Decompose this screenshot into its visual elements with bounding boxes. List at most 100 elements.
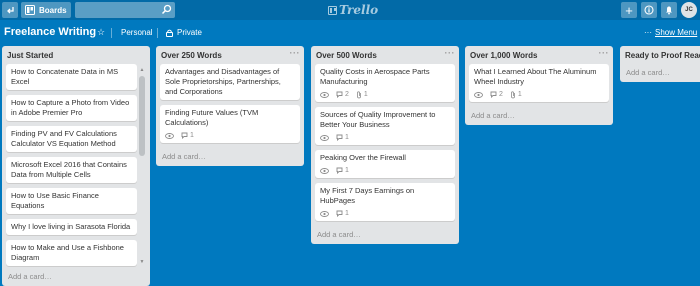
plus-icon: +	[625, 2, 633, 18]
card-badges: 2 1	[320, 90, 450, 99]
add-card-button[interactable]: Add a card…	[465, 107, 613, 125]
notifications-button[interactable]	[661, 2, 677, 18]
card[interactable]: Finding Future Values (TVM Calculations)…	[160, 105, 300, 143]
show-menu-label: Show Menu	[655, 28, 698, 37]
card[interactable]: Finding PV and FV Calculations Calculato…	[6, 126, 137, 152]
card[interactable]: Peaking Over the Firewall 1	[315, 150, 455, 178]
search-input[interactable]	[75, 2, 157, 18]
comment-count: 1	[345, 166, 349, 174]
boards-label: Boards	[39, 5, 67, 15]
add-button[interactable]: +	[621, 2, 637, 18]
comment-icon	[336, 167, 343, 174]
board-header: Freelance Writing ☆ Personal Private ···…	[0, 22, 700, 44]
comment-badge: 2	[490, 90, 503, 100]
comment-icon	[336, 134, 343, 141]
card[interactable]: Quality Costs in Aerospace Parts Manufac…	[315, 64, 455, 102]
search-box[interactable]	[75, 2, 175, 18]
divider	[111, 28, 112, 38]
boards-button[interactable]: Boards	[21, 2, 71, 18]
avatar[interactable]: JC	[681, 2, 697, 18]
card-title: Sources of Quality Improvement to Better…	[320, 110, 436, 129]
paperclip-icon	[357, 90, 361, 98]
list-scrollbar[interactable]: ▲ ▼	[138, 66, 146, 266]
info-button[interactable]	[641, 2, 657, 18]
attachment-badge: 1	[510, 90, 522, 100]
eye-icon	[165, 132, 174, 139]
card-badges: 1	[320, 166, 450, 175]
list-title[interactable]: Ready to Proof Read	[620, 46, 700, 64]
star-icon[interactable]: ☆	[97, 27, 105, 38]
list-over-500-words: Over 500 Words ··· Quality Costs in Aero…	[311, 46, 459, 244]
comment-icon	[336, 210, 343, 217]
scroll-up-arrow-icon[interactable]: ▲	[138, 66, 146, 74]
comment-icon	[336, 91, 343, 98]
more-icon[interactable]: ···	[599, 48, 610, 58]
card-title: How to Concatenate Data in MS Excel	[11, 67, 119, 86]
more-icon[interactable]: ···	[445, 48, 456, 58]
add-card-button[interactable]: Add a card…	[2, 268, 58, 286]
card-title: How to Use Basic Finance Equations	[11, 191, 99, 210]
comment-badge: 1	[336, 166, 349, 176]
card-container: Quality Costs in Aerospace Parts Manufac…	[311, 64, 459, 221]
list-title-text: Ready to Proof Read	[625, 51, 700, 60]
card[interactable]: How to Make and Use a Fishbone Diagram	[6, 240, 137, 266]
comment-badge: 1	[336, 133, 349, 143]
add-card-button[interactable]: Add a card…	[156, 148, 304, 166]
card-container: How to Concatenate Data in MS Excel How …	[2, 64, 150, 269]
comment-icon	[181, 132, 188, 139]
list-title[interactable]: Over 1,000 Words ···	[465, 46, 613, 64]
card-badges: 1	[320, 209, 450, 218]
card-title: Peaking Over the Firewall	[320, 153, 406, 162]
card-title: Microsoft Excel 2016 that Contains Data …	[11, 160, 127, 179]
card[interactable]: My First 7 Days Earnings on HubPages 1	[315, 183, 455, 221]
card-title: What I Learned About The Aluminum Wheel …	[474, 67, 597, 86]
list-just-started: Just Started How to Concatenate Data in …	[2, 46, 150, 286]
show-menu-button[interactable]: ··· Show Menu	[644, 28, 697, 37]
card[interactable]: How to Concatenate Data in MS Excel	[6, 64, 137, 90]
card[interactable]: Advantages and Disadvantages of Sole Pro…	[160, 64, 300, 100]
more-icon[interactable]: ···	[290, 48, 301, 58]
trello-logo-icon	[328, 5, 337, 15]
list-title[interactable]: Over 500 Words ···	[311, 46, 459, 64]
list-title-text: Over 250 Words	[161, 51, 222, 60]
card-title: Finding Future Values (TVM Calculations)	[165, 108, 259, 127]
card-container: Advantages and Disadvantages of Sole Pro…	[156, 64, 304, 143]
privacy-visibility[interactable]: Private	[166, 28, 202, 37]
card[interactable]: How to Capture a Photo from Video in Ado…	[6, 95, 137, 121]
add-card-button[interactable]: Add a card…	[620, 64, 700, 82]
list-title[interactable]: Just Started	[2, 46, 150, 64]
info-icon	[644, 5, 654, 15]
card-container: What I Learned About The Aluminum Wheel …	[465, 64, 613, 102]
card-title: Quality Costs in Aerospace Parts Manufac…	[320, 67, 430, 86]
search-icon[interactable]	[161, 4, 172, 15]
comment-badge: 1	[336, 209, 349, 219]
more-icon: ···	[644, 28, 652, 37]
comment-count: 1	[345, 133, 349, 141]
comment-count: 2	[345, 90, 349, 98]
board-title[interactable]: Freelance Writing	[4, 26, 96, 38]
card[interactable]: What I Learned About The Aluminum Wheel …	[469, 64, 609, 102]
team-visibility[interactable]: Personal	[121, 28, 153, 37]
card-title: Why I love living in Sarasota Florida	[11, 222, 131, 231]
card[interactable]: Microsoft Excel 2016 that Contains Data …	[6, 157, 137, 183]
card[interactable]: Sources of Quality Improvement to Better…	[315, 107, 455, 145]
add-card-button[interactable]: Add a card…	[311, 226, 459, 244]
attachment-badge: 1	[356, 90, 368, 100]
comment-badge: 1	[181, 131, 194, 141]
comment-count: 1	[345, 209, 349, 217]
list-title-text: Over 500 Words	[316, 51, 377, 60]
card[interactable]: Why I love living in Sarasota Florida	[6, 219, 137, 235]
back-button[interactable]	[2, 2, 18, 18]
lock-icon	[166, 29, 173, 37]
list-title-text: Over 1,000 Words	[470, 51, 538, 60]
scroll-thumb[interactable]	[139, 76, 145, 156]
card-badges: 1	[320, 133, 450, 142]
trello-logo[interactable]: Trello	[328, 3, 378, 17]
list-title[interactable]: Over 250 Words ···	[156, 46, 304, 64]
comment-icon	[490, 91, 497, 98]
scroll-down-arrow-icon[interactable]: ▼	[138, 258, 146, 266]
eye-icon	[320, 167, 329, 174]
card[interactable]: How to Use Basic Finance Equations	[6, 188, 137, 214]
board-icon	[25, 5, 35, 15]
attachment-count: 1	[363, 90, 368, 98]
